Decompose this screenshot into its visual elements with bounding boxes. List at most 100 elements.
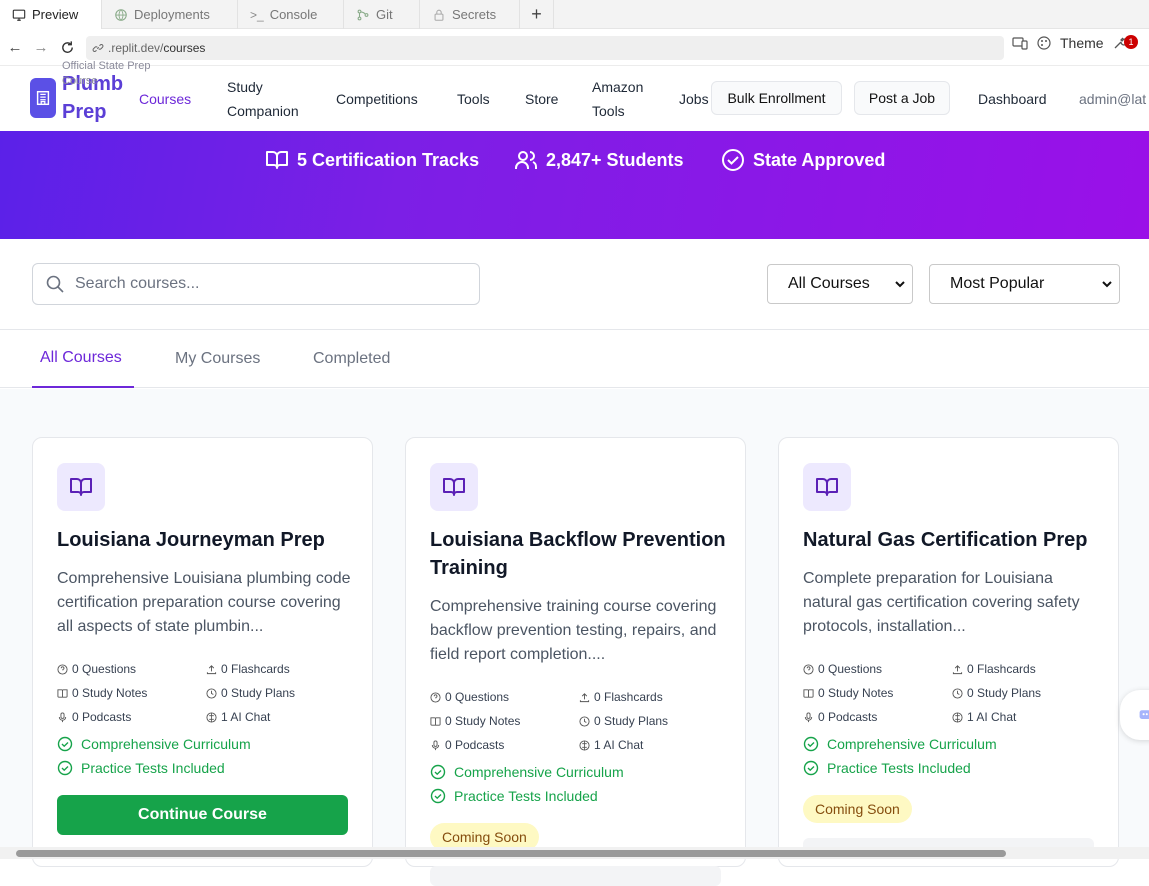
url-host: .replit.dev/ <box>108 41 164 55</box>
book-icon <box>430 716 441 726</box>
course-stat-podcasts: 0 Podcasts <box>803 710 877 724</box>
check-circle-icon <box>803 736 819 752</box>
category-value: All Courses <box>788 275 870 292</box>
search-input[interactable] <box>75 275 455 293</box>
course-card[interactable]: Louisiana Backflow Prevention Training Co… <box>405 437 746 886</box>
chevron-down-icon <box>1102 281 1112 288</box>
chevron-down-icon <box>895 281 905 288</box>
terminal-icon: >_ <box>250 7 264 22</box>
devices-icon[interactable] <box>1012 35 1028 51</box>
stat-text: 0 Questions <box>72 662 137 676</box>
tab-secrets[interactable]: Secrets <box>420 0 520 29</box>
book-icon <box>803 688 814 698</box>
browser-tab-bar: Preview Deployments >_ Console Git Secre… <box>0 0 1149 29</box>
palette-icon[interactable] <box>1036 35 1052 51</box>
course-search[interactable] <box>32 263 480 305</box>
tab-completed[interactable]: Completed <box>313 330 390 388</box>
clock-icon <box>579 715 590 727</box>
stat-text: 0 Questions <box>445 690 510 704</box>
course-stat-plans: 0 Study Plans <box>206 686 295 700</box>
course-stat-notes: 0 Study Notes <box>430 714 520 728</box>
help-circle-icon <box>57 663 68 675</box>
course-stat-questions: 0 Questions <box>57 662 136 676</box>
continue-course-button[interactable]: Continue Course <box>57 795 348 835</box>
feature-text: Comprehensive Curriculum <box>454 764 624 780</box>
tab-all-courses[interactable]: All Courses <box>32 330 134 388</box>
sort-select[interactable]: Most Popular <box>929 264 1120 304</box>
course-stat-flashcards: 0 Flashcards <box>579 690 663 704</box>
course-feature: Comprehensive Curriculum <box>430 764 624 780</box>
book-open-icon <box>816 478 838 496</box>
stat-tracks: 5 Certification Tracks <box>265 148 479 172</box>
stat-approved: State Approved <box>721 148 885 172</box>
course-title[interactable]: Louisiana Backflow Prevention Training <box>430 526 730 582</box>
hero-banner: 5 Certification Tracks 2,847+ Students S… <box>0 131 1149 239</box>
help-circle-icon <box>803 663 814 675</box>
nav-competitions[interactable]: Competitions <box>336 66 418 131</box>
nav-store[interactable]: Store <box>525 66 558 131</box>
nav-jobs[interactable]: Jobs <box>679 66 709 131</box>
course-card[interactable]: Louisiana Journeyman Prep Comprehensive L… <box>32 437 373 867</box>
course-stat-plans: 0 Study Plans <box>952 686 1041 700</box>
book-open-icon <box>443 478 465 496</box>
address-bar-row: ← → .replit.dev/courses Theme <box>0 29 1149 66</box>
url-field[interactable]: .replit.dev/courses <box>86 36 1004 60</box>
course-tabs: All Courses My Courses Completed <box>0 329 1149 388</box>
logo-icon[interactable] <box>30 78 56 118</box>
course-stat-podcasts: 0 Podcasts <box>57 710 131 724</box>
course-description: Complete preparation for Louisiana natur… <box>803 570 1080 635</box>
brain-icon <box>579 739 590 751</box>
feature-text: Practice Tests Included <box>81 760 225 776</box>
post-job-button[interactable]: Post a Job <box>854 81 950 115</box>
stat-label: State Approved <box>753 149 886 170</box>
tab-my-courses[interactable]: My Courses <box>175 330 260 388</box>
upload-icon <box>206 664 217 674</box>
stat-text: 0 Study Plans <box>594 714 669 728</box>
course-stat-chat: 1 AI Chat <box>952 710 1016 724</box>
users-icon <box>515 151 537 169</box>
tab-git[interactable]: Git <box>344 0 420 29</box>
lock-icon <box>434 9 444 21</box>
globe-icon <box>115 8 127 21</box>
bulk-enrollment-button[interactable]: Bulk Enrollment <box>711 81 842 115</box>
tab-console[interactable]: >_ Console <box>238 0 344 29</box>
brain-icon <box>952 711 963 723</box>
course-icon <box>430 463 478 511</box>
tab-preview[interactable]: Preview <box>0 0 102 29</box>
url-path: courses <box>163 41 206 55</box>
help-circle-icon <box>430 691 441 703</box>
feature-text: Comprehensive Curriculum <box>81 736 251 752</box>
course-stat-questions: 0 Questions <box>803 662 882 676</box>
scrollbar-thumb[interactable] <box>16 850 1006 857</box>
course-icon <box>803 463 851 511</box>
stat-text: 0 Flashcards <box>594 690 663 704</box>
course-stat-flashcards: 0 Flashcards <box>952 662 1036 676</box>
tab-label: Secrets <box>452 7 497 22</box>
stat-text: 1 AI Chat <box>967 710 1017 724</box>
back-icon[interactable]: ← <box>2 34 28 60</box>
course-title[interactable]: Louisiana Journeyman Prep <box>57 526 357 554</box>
floating-assistant-button[interactable] <box>1120 690 1149 740</box>
nav-tools[interactable]: Tools <box>457 66 490 131</box>
tab-deployments[interactable]: Deployments <box>102 0 238 29</box>
clock-icon <box>952 687 963 699</box>
tab-label: Console <box>269 7 318 22</box>
category-select[interactable]: All Courses <box>767 264 913 304</box>
nav-study-companion[interactable]: Study Companion <box>227 66 317 131</box>
nav-dashboard[interactable]: Dashboard <box>978 66 1047 131</box>
course-title[interactable]: Natural Gas Certification Prep <box>803 526 1103 554</box>
stat-text: 1 AI Chat <box>221 710 271 724</box>
new-tab-button[interactable]: + <box>520 0 554 29</box>
stat-text: 0 Flashcards <box>221 662 290 676</box>
course-feature: Comprehensive Curriculum <box>57 736 251 752</box>
horizontal-scrollbar[interactable] <box>0 847 1149 859</box>
course-description: Comprehensive Louisiana plumbing code ce… <box>57 570 351 635</box>
forward-icon[interactable]: → <box>28 34 54 60</box>
reload-icon[interactable] <box>54 34 80 60</box>
book-icon <box>57 688 68 698</box>
theme-button[interactable]: Theme <box>1060 35 1104 51</box>
course-card[interactable]: Natural Gas Certification Prep Complete p… <box>778 437 1119 867</box>
nav-amazon-tools[interactable]: Amazon Tools <box>592 66 662 131</box>
check-circle-icon <box>803 760 819 776</box>
user-menu[interactable]: admin@lat <box>1079 66 1146 131</box>
